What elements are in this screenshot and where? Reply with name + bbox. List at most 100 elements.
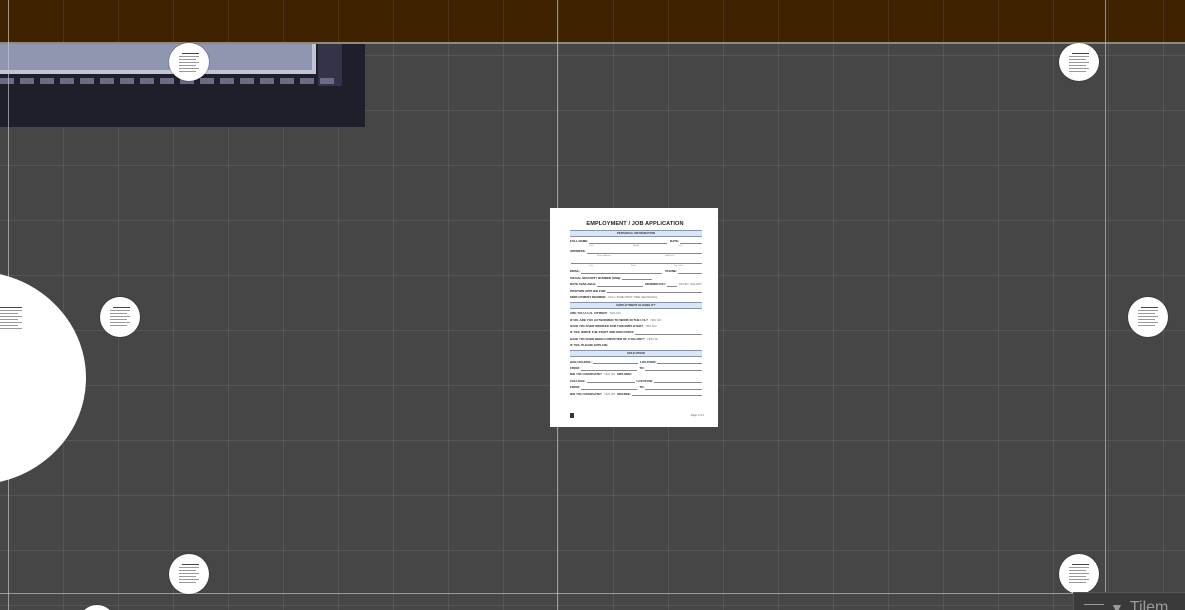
authorized-question: IF NO, ARE YOU AUTHORIZED TO WORK IN THE… [570, 318, 649, 322]
dates-line [635, 331, 702, 336]
form-row-college-dates: FROM: TO: [570, 386, 702, 390]
college-from-line [580, 386, 638, 390]
employment-desired-label: EMPLOYMENT DESIRED: [570, 295, 607, 299]
hs-from-line [580, 367, 638, 371]
address-sublabels: Street Address Apt/Unit # [570, 255, 702, 258]
hs-location-line [657, 360, 702, 365]
desired-pay-options: HOUR / SALARY [678, 282, 702, 287]
worked-before-options: YES NO [645, 324, 657, 329]
sublabel-apt: Apt/Unit # [665, 255, 675, 258]
address-label: ADDRESS: [570, 249, 586, 254]
full-name-sublabels: First Middle Last [570, 245, 702, 248]
desired-pay-label: DESIRED PAY: [645, 282, 666, 287]
position-line [607, 289, 702, 294]
address-line [586, 250, 702, 254]
college-graduate-options: YES NO [603, 392, 616, 396]
date-available-line [597, 283, 644, 287]
form-row-position: POSITION APPLIED FOR: [570, 289, 702, 294]
college-to-line [645, 386, 702, 390]
college-graduate-label: DID YOU GRADUATE? [570, 392, 602, 396]
position-label: POSITION APPLIED FOR: [570, 289, 607, 293]
document-thumbnail-mid-left[interactable] [100, 297, 140, 337]
date-label: DATE: [670, 240, 679, 244]
high-school-line [593, 360, 638, 365]
hs-location-label: LOCATION: [639, 360, 657, 364]
phone-label: PHONE: [665, 269, 677, 274]
employment-application-document[interactable]: EMPLOYMENT / JOB APPLICATION PERSONAL IN… [550, 208, 718, 427]
document-thumbnail-mid-right[interactable] [1128, 297, 1168, 337]
full-name-label: FULL NAME: [570, 240, 589, 244]
full-name-line [589, 240, 668, 244]
document-title: EMPLOYMENT / JOB APPLICATION [586, 221, 684, 227]
form-row-felony: HAVE YOU EVER BEEN CONVICTED OF A FELONY… [570, 337, 702, 341]
scene-canvas[interactable]: EMPLOYMENT / JOB APPLICATION PERSONAL IN… [0, 0, 1185, 610]
section-personal-information: PERSONAL INFORMATION [570, 230, 702, 237]
form-row-employment-desired: EMPLOYMENT DESIRED: FULL-TIME PART-TIME … [570, 296, 702, 300]
sublabel-state: State [630, 265, 636, 268]
document-thumbnail-top-right[interactable] [1059, 43, 1099, 81]
form-row-full-name: FULL NAME: DATE: [570, 240, 702, 244]
form-row-hs-dates: FROM: TO: [570, 367, 702, 371]
citizen-options: YES NO [609, 311, 621, 316]
form-row-hs-graduate: DID YOU GRADUATE? YES NO DIPLOMA: [570, 373, 702, 377]
college-line [586, 379, 635, 384]
overlay-panel-title: Tilem [1129, 598, 1169, 610]
ssn-line [622, 276, 653, 281]
drag-handle-icon[interactable] [1084, 603, 1104, 610]
explain-question: IF YES, PLEASE EXPLAIN: [570, 343, 608, 348]
section-education: EDUCATION [570, 350, 702, 358]
sublabel-zip: Zip Code [674, 265, 683, 268]
form-row-address: ADDRESS: [570, 250, 702, 254]
college-from-label: FROM: [570, 385, 580, 390]
college-location-line [653, 379, 702, 384]
document-logo-icon [570, 413, 574, 418]
sublabel-first: First [589, 245, 594, 248]
desired-pay-line [666, 283, 677, 287]
college-to-label: TO: [639, 385, 645, 390]
sublabel-last: Last [678, 245, 683, 248]
top-band-grid [0, 0, 1185, 42]
hs-from-label: FROM: [570, 366, 580, 371]
sublabel-middle: Middle [632, 245, 640, 248]
form-row-authorized: IF NO, ARE YOU AUTHORIZED TO WORK IN THE… [570, 318, 702, 322]
tilemap-dash-row [0, 78, 340, 84]
hs-to-label: TO: [639, 366, 645, 371]
sublabel-city: City [589, 265, 593, 268]
document-thumbnail-top-left[interactable] [169, 43, 209, 81]
grid-major-line [1105, 0, 1106, 610]
form-row-explain: IF YES, PLEASE EXPLAIN: [570, 344, 702, 348]
section-employment-eligibility: EMPLOYMENT ELIGIBILITY [570, 301, 702, 309]
form-row-citizen: ARE YOU A U.S. CITIZEN? YES NO [570, 312, 702, 316]
degree-line [631, 392, 702, 397]
document-thumbnail-bottom-edge[interactable] [80, 605, 114, 610]
tilemap-overlay-panel[interactable]: ▼ Tilem [1073, 592, 1185, 610]
felony-options: YES NO [646, 337, 659, 341]
felony-question: HAVE YOU EVER BEEN CONVICTED OF A FELONY… [570, 337, 645, 341]
dates-question: IF YES, WRITE THE START AND END DATES: [570, 331, 635, 335]
citizen-question: ARE YOU A U.S. CITIZEN? [570, 311, 608, 316]
date-line [680, 240, 702, 244]
caret-down-icon[interactable]: ▼ [1110, 600, 1124, 610]
ssn-label: SOCIAL SECURITY NUMBER (SSN): [570, 276, 622, 280]
document-thumbnail-bottom-left[interactable] [169, 554, 209, 594]
form-row-high-school: HIGH SCHOOL: LOCATION: [570, 360, 702, 365]
document-footer: Page 1 of 4 [570, 413, 704, 418]
tilemap-inner-block [0, 44, 316, 74]
authorized-options: YES NO [650, 318, 662, 322]
document-thumbnail-bottom-right[interactable] [1059, 554, 1099, 594]
form-row-ssn: SOCIAL SECURITY NUMBER (SSN): [570, 276, 702, 281]
hs-graduate-label: DID YOU GRADUATE? [570, 373, 602, 377]
top-band [0, 0, 1185, 44]
form-row-dates: IF YES, WRITE THE START AND END DATES: [570, 331, 702, 336]
college-label: COLLEGE: [570, 379, 586, 383]
phone-line [678, 270, 702, 274]
form-row-city [570, 260, 702, 264]
hs-to-line [645, 367, 702, 371]
page-number: Page 1 of 4 [690, 413, 704, 417]
email-label: EMAIL: [570, 269, 581, 274]
high-school-label: HIGH SCHOOL: [570, 360, 593, 364]
college-location-label: LOCATION: [636, 379, 653, 383]
form-row-email: EMAIL: PHONE: [570, 270, 702, 274]
city-sublabels: City State Zip Code [570, 265, 702, 268]
form-row-college-graduate: DID YOU GRADUATE? YES NO DEGREE: [570, 392, 702, 397]
